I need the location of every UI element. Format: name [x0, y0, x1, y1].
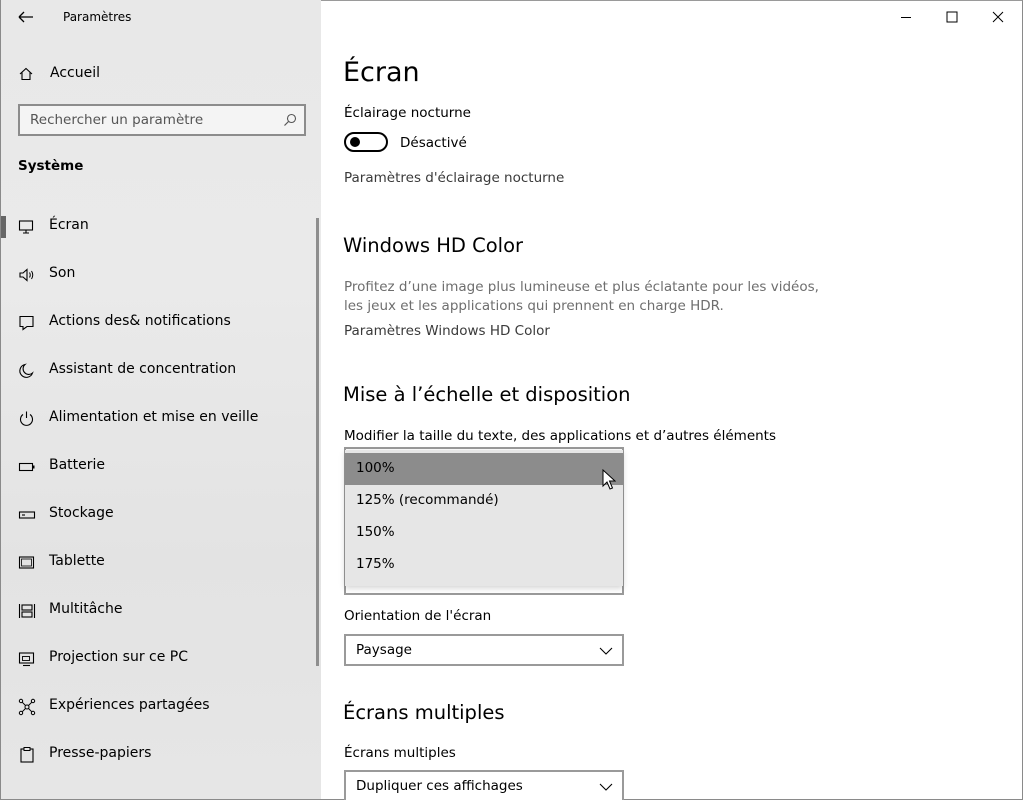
sidebar-item-label: Presse-papiers: [49, 745, 152, 761]
sidebar-item-label: Écran: [49, 217, 89, 233]
search-box[interactable]: [18, 104, 306, 136]
back-button[interactable]: [13, 6, 39, 28]
sidebar-item-label: Multitâche: [49, 601, 123, 617]
sidebar-item-label: Tablette: [49, 553, 105, 569]
sidebar-item-concentration[interactable]: Assistant de concentration: [1, 346, 321, 394]
scale-option-100[interactable]: 100%: [345, 453, 623, 485]
scale-section-title: Mise à l’échelle et disposition: [343, 383, 631, 406]
home-icon: [19, 67, 33, 81]
hdr-description-line2: les jeux et les applications qui prennen…: [344, 298, 724, 314]
chevron-down-icon: [599, 647, 613, 655]
scale-size-label: Modifier la taille du texte, des applica…: [344, 428, 777, 444]
back-arrow-icon: [18, 11, 33, 23]
selection-indicator: [1, 216, 6, 238]
maximize-icon: [946, 11, 958, 23]
clipboard-icon: [20, 747, 34, 763]
sidebar-item-label: Batterie: [49, 457, 106, 473]
sidebar-item-label: Stockage: [49, 505, 114, 521]
sidebar-item-label: Alimentation et mise en veille: [49, 409, 259, 425]
sidebar-item-label: Projection sur ce PC: [49, 649, 189, 665]
tablet-icon: [18, 556, 35, 569]
sidebar-item-ecran[interactable]: Écran: [1, 202, 321, 250]
main-content: Écran Éclairage nocturne Désactivé Param…: [321, 0, 1023, 800]
home-label: Accueil: [50, 65, 100, 81]
scale-option-175[interactable]: 175%: [345, 549, 623, 581]
sidebar-item-presse-papiers[interactable]: Presse-papiers: [1, 730, 321, 778]
sidebar-item-label: Assistant de concentration: [49, 361, 237, 377]
multiple-displays-title: Écrans multiples: [343, 701, 505, 724]
toggle-knob: [350, 137, 360, 147]
multiple-displays-label: Écrans multiples: [344, 745, 456, 761]
sidebar-item-stockage[interactable]: Stockage: [1, 490, 321, 538]
moon-icon: [19, 363, 34, 378]
sidebar-item-alimentation[interactable]: Alimentation et mise en veille: [1, 394, 321, 442]
section-title: Système: [18, 158, 84, 174]
sidebar-item-batterie[interactable]: Batterie: [1, 442, 321, 490]
page-title: Écran: [343, 57, 420, 88]
search-input[interactable]: [20, 106, 304, 134]
multiple-displays-select[interactable]: Dupliquer ces affichages: [344, 770, 624, 800]
sidebar-item-label: Son: [49, 265, 76, 281]
option-label: 150%: [356, 524, 395, 540]
search-icon[interactable]: [282, 112, 298, 128]
speaker-icon: [19, 268, 34, 282]
projection-icon: [18, 652, 35, 667]
minimize-icon: [901, 17, 911, 18]
hdr-settings-link[interactable]: Paramètres Windows HD Color: [344, 323, 550, 339]
sidebar-item-tablette[interactable]: Tablette: [1, 538, 321, 586]
sidebar-item-label: Actions des& notifications: [49, 313, 231, 329]
sidebar-item-projection[interactable]: Projection sur ce PC: [1, 634, 321, 682]
night-light-toggle[interactable]: [344, 132, 388, 152]
sidebar-nav: Écran Son Actions des& notifications Ass…: [1, 202, 321, 778]
hdr-description-line1: Profitez d’une image plus lumineuse et p…: [344, 279, 819, 295]
maximize-button[interactable]: [929, 1, 975, 33]
sidebar-item-experiences[interactable]: Expériences partagées: [1, 682, 321, 730]
close-icon: [992, 11, 1004, 23]
sidebar-item-son[interactable]: Son: [1, 250, 321, 298]
close-button[interactable]: [975, 1, 1021, 33]
chevron-down-icon: [599, 783, 613, 791]
orientation-select[interactable]: Paysage: [344, 634, 624, 666]
scale-option-125[interactable]: 125% (recommandé): [345, 485, 623, 517]
home-nav-item[interactable]: Accueil: [1, 58, 321, 90]
multitask-icon: [18, 604, 36, 618]
storage-icon: [18, 511, 36, 519]
option-label: 175%: [356, 556, 395, 572]
night-light-label: Éclairage nocturne: [344, 105, 471, 121]
sidebar-scrollbar[interactable]: [316, 218, 319, 666]
monitor-icon: [18, 220, 34, 234]
scale-dropdown-list: 100% 125% (recommandé) 150% 175%: [345, 450, 623, 586]
sidebar-item-multitache[interactable]: Multitâche: [1, 586, 321, 634]
hdr-section-title: Windows HD Color: [343, 234, 524, 257]
sidebar: Paramètres Accueil Système Écran: [0, 0, 321, 800]
notification-icon: [19, 315, 34, 331]
minimize-button[interactable]: [883, 1, 929, 33]
sidebar-item-label: Expériences partagées: [49, 697, 210, 713]
option-label: 100%: [356, 460, 395, 476]
multiple-displays-value: Dupliquer ces affichages: [356, 778, 523, 794]
orientation-label: Orientation de l'écran: [344, 608, 492, 624]
orientation-value: Paysage: [356, 642, 412, 658]
option-label: 125% (recommandé): [356, 492, 499, 508]
sidebar-item-notifications[interactable]: Actions des& notifications: [1, 298, 321, 346]
mouse-cursor-icon: [602, 469, 616, 490]
battery-icon: [18, 462, 35, 472]
power-icon: [19, 411, 34, 426]
shared-icon: [18, 698, 36, 716]
scale-option-150[interactable]: 150%: [345, 517, 623, 549]
night-light-settings-link[interactable]: Paramètres d'éclairage nocturne: [344, 170, 564, 186]
window-title: Paramètres: [63, 10, 132, 24]
night-light-state: Désactivé: [400, 135, 467, 151]
